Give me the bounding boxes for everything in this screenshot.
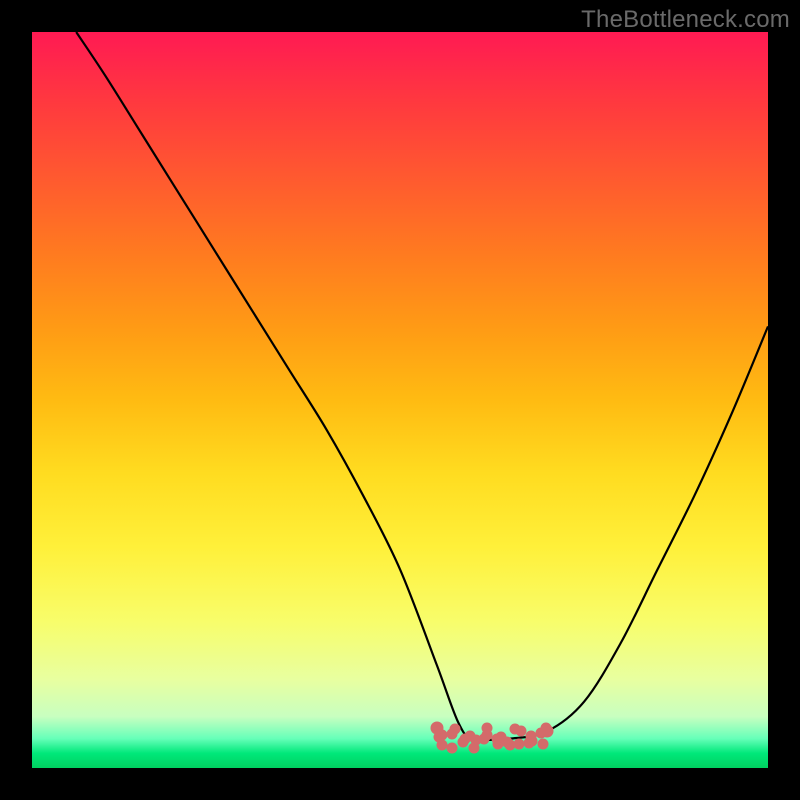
valley-dot: [537, 739, 548, 750]
valley-dot: [450, 724, 461, 735]
valley-dot: [436, 739, 447, 750]
plot-area: [32, 32, 768, 768]
valley-dot: [527, 736, 538, 747]
valley-dot: [502, 737, 513, 748]
watermark-text: TheBottleneck.com: [581, 6, 790, 34]
valley-markers: [32, 32, 768, 768]
valley-end-dot: [541, 725, 554, 738]
valley-dot: [514, 738, 525, 749]
valley-end-dot: [430, 721, 443, 734]
valley-dot: [447, 742, 458, 753]
chart-frame: TheBottleneck.com: [0, 0, 800, 800]
valley-dot: [469, 742, 480, 753]
